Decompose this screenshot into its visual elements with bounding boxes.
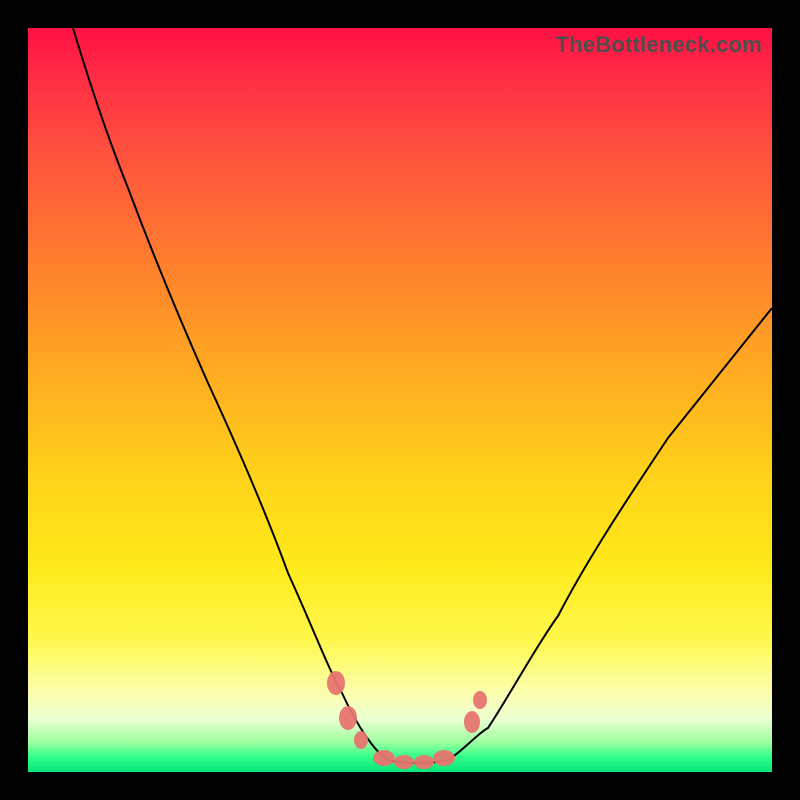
data-point xyxy=(394,755,414,769)
data-point xyxy=(414,755,434,769)
data-point xyxy=(373,750,395,766)
left-curve xyxy=(73,28,388,760)
curves-svg xyxy=(28,28,772,772)
data-point xyxy=(339,706,357,730)
data-point xyxy=(464,711,480,733)
right-curve xyxy=(448,308,772,760)
data-point xyxy=(354,731,368,749)
plot-area: TheBottleneck.com xyxy=(28,28,772,772)
chart-frame: TheBottleneck.com xyxy=(0,0,800,800)
data-point xyxy=(433,750,455,766)
data-points xyxy=(327,671,487,769)
data-point xyxy=(473,691,487,709)
data-point xyxy=(327,671,345,695)
